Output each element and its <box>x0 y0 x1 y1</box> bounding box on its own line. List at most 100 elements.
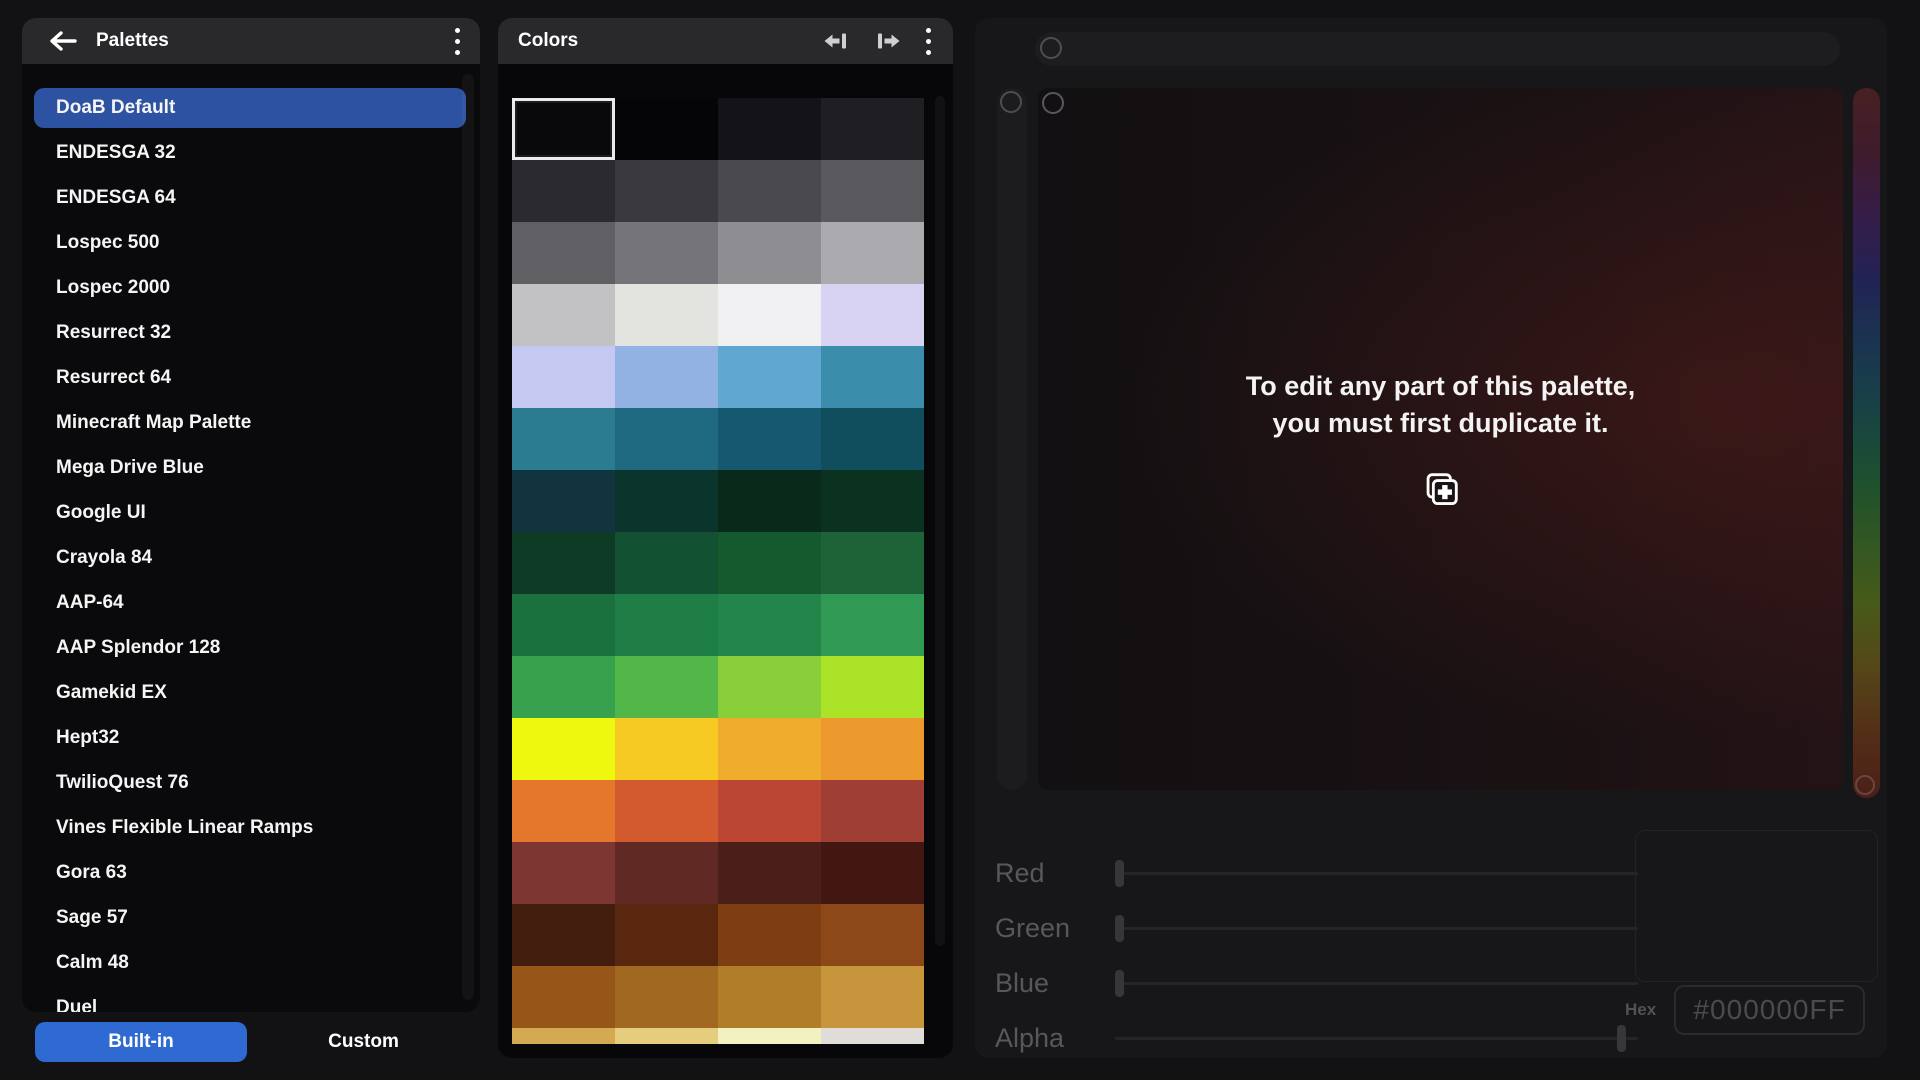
top-slider-bar[interactable] <box>1035 32 1840 66</box>
color-swatch[interactable] <box>512 718 615 780</box>
color-swatch[interactable] <box>718 532 821 594</box>
palettes-menu-kebab-icon[interactable] <box>455 28 460 55</box>
palette-list-item[interactable]: Gamekid EX <box>34 673 466 713</box>
color-swatch[interactable] <box>512 470 615 532</box>
color-swatch[interactable] <box>821 98 924 160</box>
green-slider-track[interactable] <box>1115 927 1638 930</box>
color-swatch[interactable] <box>821 1028 924 1044</box>
color-swatch[interactable] <box>512 98 615 160</box>
palette-source-tab-built-in[interactable]: Built-in <box>35 1022 247 1062</box>
color-swatch[interactable] <box>821 842 924 904</box>
color-swatch[interactable] <box>821 470 924 532</box>
palette-list-item[interactable]: ENDESGA 32 <box>34 133 466 173</box>
alpha-slider-track[interactable] <box>1115 1037 1638 1040</box>
left-slider-strip[interactable] <box>997 88 1027 790</box>
palette-list-item[interactable]: Gora 63 <box>34 853 466 893</box>
color-swatch[interactable] <box>718 966 821 1028</box>
color-swatch[interactable] <box>512 656 615 718</box>
hex-value-input[interactable]: #000000FF <box>1674 985 1865 1035</box>
color-swatch[interactable] <box>821 718 924 780</box>
color-swatch[interactable] <box>615 718 718 780</box>
palette-list-scrollbar[interactable] <box>462 74 474 1000</box>
color-swatch[interactable] <box>718 1028 821 1044</box>
top-slider-handle[interactable] <box>1040 37 1062 59</box>
color-swatch[interactable] <box>615 284 718 346</box>
color-swatch[interactable] <box>615 1028 718 1044</box>
color-swatch[interactable] <box>512 966 615 1028</box>
color-swatch[interactable] <box>615 160 718 222</box>
color-swatch[interactable] <box>512 408 615 470</box>
color-swatch[interactable] <box>512 594 615 656</box>
color-swatch[interactable] <box>615 346 718 408</box>
palette-list-item[interactable]: Hept32 <box>34 718 466 758</box>
color-swatch[interactable] <box>615 408 718 470</box>
palette-list-item[interactable]: Crayola 84 <box>34 538 466 578</box>
color-swatch[interactable] <box>718 98 821 160</box>
palette-list-item[interactable]: Minecraft Map Palette <box>34 403 466 443</box>
color-swatch[interactable] <box>512 346 615 408</box>
palette-list-item[interactable]: AAP Splendor 128 <box>34 628 466 668</box>
palette-source-tab-custom[interactable]: Custom <box>247 1031 480 1053</box>
color-swatch[interactable] <box>718 842 821 904</box>
color-swatch[interactable] <box>821 594 924 656</box>
palette-list-item[interactable]: Resurrect 64 <box>34 358 466 398</box>
color-swatch[interactable] <box>512 1028 615 1044</box>
color-swatch[interactable] <box>512 842 615 904</box>
palette-list-item[interactable]: Sage 57 <box>34 898 466 938</box>
hue-slider-handle[interactable] <box>1855 775 1875 795</box>
color-swatch[interactable] <box>512 160 615 222</box>
color-swatch[interactable] <box>718 346 821 408</box>
color-swatch[interactable] <box>821 284 924 346</box>
colors-menu-kebab-icon[interactable] <box>926 28 931 55</box>
color-swatch[interactable] <box>718 284 821 346</box>
color-swatch[interactable] <box>718 408 821 470</box>
color-swatch[interactable] <box>821 222 924 284</box>
palette-list-item[interactable]: Lospec 2000 <box>34 268 466 308</box>
color-swatch[interactable] <box>615 904 718 966</box>
color-swatch[interactable] <box>615 532 718 594</box>
colors-scrollbar[interactable] <box>935 96 945 946</box>
color-swatch[interactable] <box>821 966 924 1028</box>
color-swatch[interactable] <box>615 222 718 284</box>
color-swatch[interactable] <box>615 966 718 1028</box>
color-swatch[interactable] <box>718 222 821 284</box>
color-swatch[interactable] <box>615 594 718 656</box>
color-swatch[interactable] <box>821 904 924 966</box>
color-swatch[interactable] <box>512 284 615 346</box>
color-swatch[interactable] <box>512 780 615 842</box>
green-slider-handle[interactable] <box>1115 915 1124 942</box>
palette-list-item[interactable]: AAP-64 <box>34 583 466 623</box>
move-color-right-icon[interactable] <box>874 29 902 53</box>
color-swatch[interactable] <box>821 532 924 594</box>
color-swatch[interactable] <box>821 656 924 718</box>
color-swatch[interactable] <box>718 904 821 966</box>
red-slider-handle[interactable] <box>1115 860 1124 887</box>
palette-list-item[interactable]: TwilioQuest 76 <box>34 763 466 803</box>
color-swatch[interactable] <box>718 780 821 842</box>
color-swatch[interactable] <box>512 904 615 966</box>
color-swatch[interactable] <box>512 532 615 594</box>
color-swatch[interactable] <box>615 470 718 532</box>
color-swatch[interactable] <box>718 160 821 222</box>
palette-list-item[interactable]: Calm 48 <box>34 943 466 983</box>
color-swatch[interactable] <box>821 160 924 222</box>
color-swatch[interactable] <box>821 346 924 408</box>
color-swatch[interactable] <box>512 222 615 284</box>
palette-list-item[interactable]: ENDESGA 64 <box>34 178 466 218</box>
hue-slider-strip[interactable] <box>1853 88 1880 798</box>
red-slider-track[interactable] <box>1115 872 1638 875</box>
color-swatch[interactable] <box>821 408 924 470</box>
palette-list-item[interactable]: Google UI <box>34 493 466 533</box>
palette-list-item[interactable]: DoaB Default <box>34 88 466 128</box>
color-swatch[interactable] <box>718 656 821 718</box>
color-swatch[interactable] <box>821 780 924 842</box>
color-swatch[interactable] <box>615 780 718 842</box>
move-color-left-icon[interactable] <box>822 29 850 53</box>
color-swatch[interactable] <box>718 470 821 532</box>
color-swatch[interactable] <box>615 98 718 160</box>
back-arrow-icon[interactable] <box>48 29 78 53</box>
color-swatch[interactable] <box>615 842 718 904</box>
palette-list-item[interactable]: Lospec 500 <box>34 223 466 263</box>
palette-list-item[interactable]: Duel <box>34 988 466 1012</box>
blue-slider-track[interactable] <box>1115 982 1638 985</box>
